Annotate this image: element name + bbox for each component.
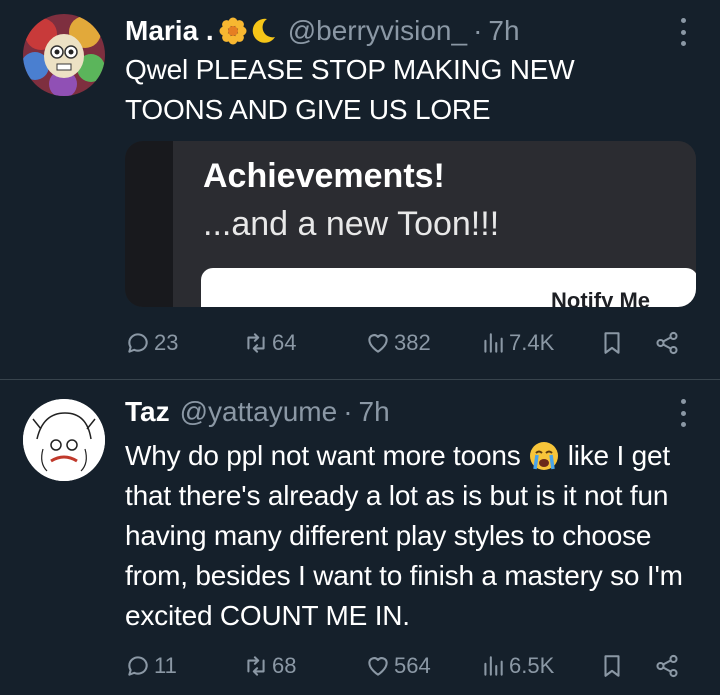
tweet-header: Maria . @berryvision_ · 7h xyxy=(125,12,520,50)
more-options-icon[interactable] xyxy=(678,18,688,46)
avatar[interactable] xyxy=(23,14,105,96)
retweet-icon xyxy=(247,333,265,353)
retweet-button[interactable]: 68 xyxy=(243,648,296,684)
reply-button[interactable]: 23 xyxy=(125,325,178,361)
user-handle[interactable]: @yattayume xyxy=(180,396,338,428)
media-card[interactable]: Achievements! ...and a new Toon!!! Notif… xyxy=(125,141,696,307)
tweet[interactable]: Maria . @berryvision_ · 7h Qwel PLEASE S… xyxy=(0,0,720,380)
timestamp[interactable]: 7h xyxy=(359,396,390,428)
notify-me-button: Notify Me xyxy=(551,288,650,307)
reply-button[interactable]: 11 xyxy=(125,648,177,684)
views-count: 7.4K xyxy=(509,330,555,355)
like-count: 382 xyxy=(394,330,431,355)
crying-face-emoji-icon xyxy=(530,442,559,470)
tweet-actions: 23 64 382 7.4K xyxy=(125,325,690,361)
user-handle[interactable]: @berryvision_ xyxy=(288,15,467,47)
retweet-icon xyxy=(247,656,265,676)
tweet-header: Taz @yattayume · 7h xyxy=(125,393,390,431)
display-name[interactable]: Maria . xyxy=(125,15,214,47)
views-button[interactable]: 7.4K xyxy=(480,325,554,361)
tweet-text: Why do ppl not want more toons like I ge… xyxy=(125,436,690,636)
share-icon xyxy=(656,331,678,355)
views-button[interactable]: 6.5K xyxy=(480,648,554,684)
bar-chart-icon xyxy=(484,656,503,676)
bookmark-icon xyxy=(604,332,620,354)
flower-emoji-icon xyxy=(219,17,247,45)
crescent-moon-emoji-icon xyxy=(252,18,275,43)
name-emojis xyxy=(218,16,278,46)
tweet-text-part: Why do ppl not want more toons xyxy=(125,440,521,471)
separator-dot: · xyxy=(473,15,483,46)
more-options-icon[interactable] xyxy=(678,399,688,427)
speech-bubble-icon xyxy=(128,333,148,353)
separator-dot: · xyxy=(343,396,353,427)
reply-count: 11 xyxy=(154,653,177,678)
share-button[interactable] xyxy=(654,325,680,361)
card-subtitle: ...and a new Toon!!! xyxy=(203,205,500,243)
bookmark-icon xyxy=(604,655,620,677)
bookmark-button[interactable] xyxy=(599,325,625,361)
heart-icon xyxy=(368,657,388,676)
card-title: Achievements! xyxy=(203,157,445,195)
like-button[interactable]: 564 xyxy=(365,648,431,684)
heart-icon xyxy=(368,334,388,353)
card-left-strip xyxy=(125,141,173,307)
tweet-actions: 11 68 564 6.5K xyxy=(125,648,690,684)
tweet-divider xyxy=(0,379,720,380)
avatar[interactable] xyxy=(23,399,105,481)
share-icon xyxy=(656,654,678,678)
timestamp[interactable]: 7h xyxy=(488,15,519,47)
retweet-button[interactable]: 64 xyxy=(243,325,296,361)
retweet-count: 68 xyxy=(272,653,297,678)
reply-count: 23 xyxy=(154,330,179,355)
tweet-text: Qwel PLEASE STOP MAKING NEW TOONS AND GI… xyxy=(125,54,575,125)
speech-bubble-icon xyxy=(128,656,148,676)
views-count: 6.5K xyxy=(509,653,555,678)
bookmark-button[interactable] xyxy=(599,648,625,684)
retweet-count: 64 xyxy=(272,330,297,355)
like-button[interactable]: 382 xyxy=(365,325,431,361)
share-button[interactable] xyxy=(654,648,680,684)
card-panel: Notify Me xyxy=(201,268,696,307)
display-name[interactable]: Taz xyxy=(125,396,170,428)
bar-chart-icon xyxy=(484,333,503,353)
like-count: 564 xyxy=(394,653,431,678)
tweet[interactable]: Taz @yattayume · 7h Why do ppl not want … xyxy=(0,381,720,695)
